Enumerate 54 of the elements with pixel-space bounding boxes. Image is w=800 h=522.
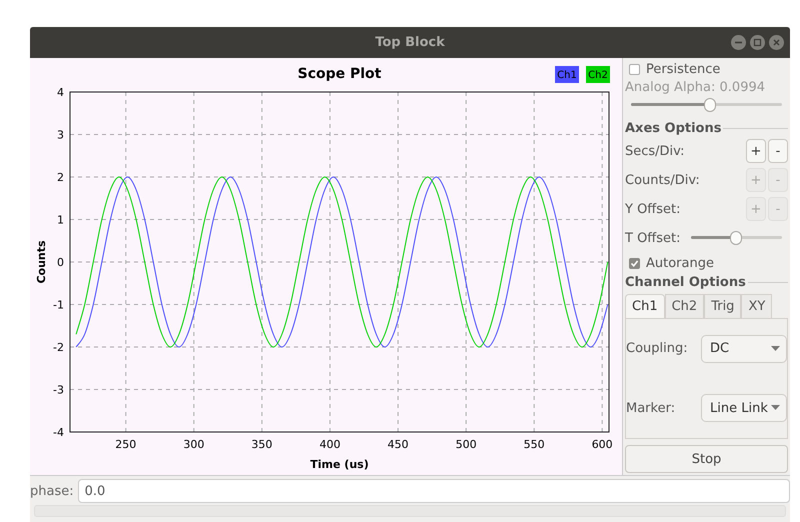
axis-tick-label: -1 <box>53 298 64 312</box>
maximize-icon[interactable] <box>750 35 765 50</box>
axis-tick-label: -3 <box>53 384 64 396</box>
tab[interactable]: Trig <box>704 294 742 318</box>
decrease-button[interactable]: - <box>768 139 788 163</box>
tab[interactable]: XY <box>741 294 772 318</box>
increase-button[interactable]: + <box>746 139 766 163</box>
axis-tick-label: 4 <box>57 86 64 99</box>
axis-tick-label: 250 <box>115 438 136 451</box>
axis-title: Time (us) <box>310 458 369 471</box>
section-title: Channel Options <box>625 275 788 290</box>
checkbox[interactable] <box>629 258 640 269</box>
caret-icon <box>771 346 780 352</box>
field-label: Y Offset: <box>625 202 681 216</box>
field-label: Secs/Div: <box>625 144 685 158</box>
field-label: phase: <box>30 484 74 498</box>
axis-tick-label: -2 <box>53 341 64 354</box>
legend-entry: Ch2 <box>586 66 610 83</box>
axis-tick-label: 0 <box>57 256 64 269</box>
field-label: Coupling: <box>626 341 688 356</box>
window-title: Top Block <box>375 35 445 50</box>
legend-entry: Ch1 <box>555 66 579 83</box>
tab[interactable]: Ch1 <box>625 294 665 318</box>
caret-icon <box>771 405 780 412</box>
checkbox-label[interactable]: Persistence <box>646 62 720 77</box>
axis-tick-label: 600 <box>592 438 613 451</box>
slider-handle[interactable] <box>730 231 742 245</box>
dropdown[interactable]: Line Link <box>701 394 787 422</box>
axis-tick-label: 450 <box>388 438 409 451</box>
stop-button[interactable]: Stop <box>625 445 788 473</box>
field-label: Counts/Div: <box>625 172 700 188</box>
axis-tick-label: 500 <box>456 438 477 451</box>
field-label: Marker: <box>626 400 676 416</box>
dropdown[interactable]: DC <box>701 334 787 363</box>
minimize-icon[interactable] <box>731 35 746 50</box>
input-field[interactable]: 0.0 <box>78 479 790 503</box>
axis-tick-label: 3 <box>57 128 64 142</box>
checkbox[interactable] <box>629 64 640 75</box>
field-label: T Offset: <box>625 230 681 246</box>
section-title: Axes Options <box>625 121 788 136</box>
tab[interactable]: Ch2 <box>664 294 704 318</box>
axis-tick-label: -4 <box>53 426 64 439</box>
plot-title: Scope Plot <box>298 66 382 82</box>
axis-tick-label: 1 <box>57 214 64 226</box>
slider-handle[interactable] <box>704 98 716 112</box>
slider-label: Analog Alpha: 0.0994 <box>625 80 766 95</box>
close-icon[interactable] <box>769 35 784 50</box>
axis-tick-label: 2 <box>57 171 64 184</box>
axis-title: Counts <box>35 240 48 284</box>
axis-tick-label: 350 <box>251 438 272 451</box>
axis-tick-label: 550 <box>524 438 545 451</box>
checkbox-label[interactable]: Autorange <box>646 256 714 271</box>
axis-tick-label: 400 <box>319 438 340 451</box>
axis-tick-label: 300 <box>183 438 204 451</box>
